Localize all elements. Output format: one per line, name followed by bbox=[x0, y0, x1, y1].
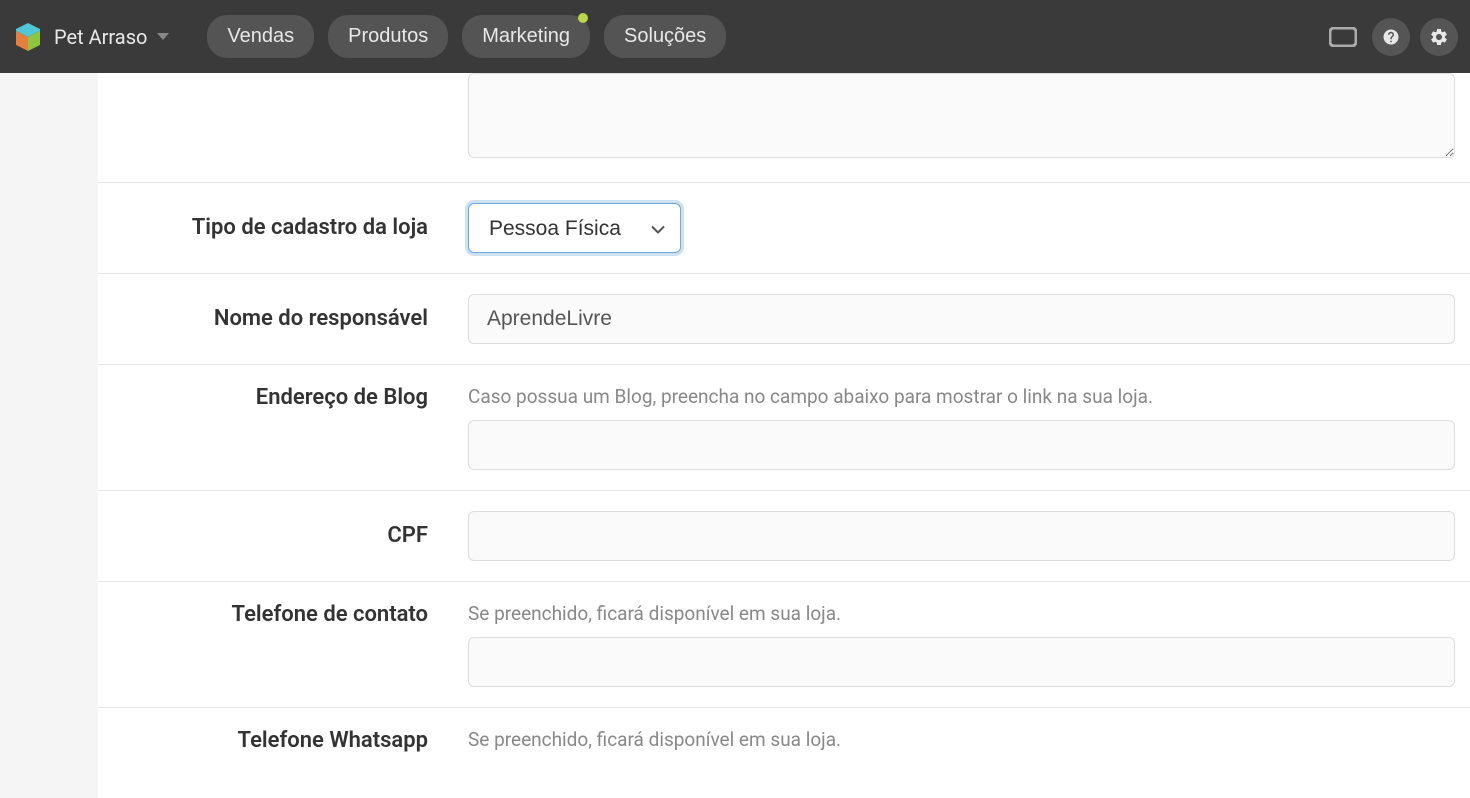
screen-icon bbox=[1329, 27, 1357, 47]
nav-produtos[interactable]: Produtos bbox=[328, 15, 448, 58]
nav-right-group bbox=[1324, 18, 1458, 56]
form-label-col-empty bbox=[98, 73, 468, 85]
form-input-col-textarea bbox=[468, 73, 1470, 162]
endereco-blog-input[interactable] bbox=[468, 420, 1455, 470]
help-endereco-blog: Caso possua um Blog, preencha no campo a… bbox=[468, 385, 1455, 408]
notification-dot-icon bbox=[578, 13, 588, 23]
help-telefone-contato: Se preenchido, ficará disponível em sua … bbox=[468, 602, 1455, 625]
label-telefone-whatsapp: Telefone Whatsapp bbox=[98, 728, 428, 753]
label-endereco-blog: Endereço de Blog bbox=[98, 385, 428, 410]
cpf-input[interactable] bbox=[468, 511, 1455, 561]
nav-solucoes[interactable]: Soluções bbox=[604, 15, 726, 58]
form-row-telefone-whatsapp: Telefone Whatsapp Se preenchido, ficará … bbox=[98, 708, 1470, 798]
form-row-nome-responsavel: Nome do responsável bbox=[98, 274, 1470, 365]
top-navbar: Pet Arraso Vendas Produtos Marketing Sol… bbox=[0, 0, 1470, 73]
nome-responsavel-input[interactable] bbox=[468, 294, 1455, 344]
nav-buttons-group: Vendas Produtos Marketing Soluções bbox=[207, 15, 726, 58]
store-name[interactable]: Pet Arraso bbox=[54, 25, 147, 49]
nav-vendas[interactable]: Vendas bbox=[207, 15, 314, 58]
nav-marketing-label: Marketing bbox=[482, 25, 570, 47]
logo-icon bbox=[12, 21, 44, 53]
telefone-contato-input[interactable] bbox=[468, 637, 1455, 687]
settings-button[interactable] bbox=[1420, 18, 1458, 56]
screen-toggle-button[interactable] bbox=[1324, 18, 1362, 56]
store-dropdown-caret[interactable] bbox=[157, 33, 169, 40]
nav-marketing[interactable]: Marketing bbox=[462, 15, 590, 58]
form-row-textarea bbox=[98, 73, 1470, 183]
form-row-cpf: CPF bbox=[98, 491, 1470, 582]
form-panel: Tipo de cadastro da loja Pessoa Física N… bbox=[98, 73, 1470, 798]
description-textarea[interactable] bbox=[468, 73, 1455, 158]
tipo-cadastro-select[interactable]: Pessoa Física bbox=[468, 203, 681, 253]
content-area: Tipo de cadastro da loja Pessoa Física N… bbox=[0, 73, 1470, 798]
label-nome-responsavel: Nome do responsável bbox=[98, 306, 428, 331]
form-row-endereco-blog: Endereço de Blog Caso possua um Blog, pr… bbox=[98, 365, 1470, 491]
form-row-telefone-contato: Telefone de contato Se preenchido, ficar… bbox=[98, 582, 1470, 708]
gear-icon bbox=[1429, 27, 1449, 47]
label-telefone-contato: Telefone de contato bbox=[98, 602, 428, 627]
label-cpf: CPF bbox=[98, 523, 428, 548]
help-telefone-whatsapp: Se preenchido, ficará disponível em sua … bbox=[468, 728, 1455, 751]
label-tipo-cadastro: Tipo de cadastro da loja bbox=[98, 215, 428, 240]
help-button[interactable] bbox=[1372, 18, 1410, 56]
help-icon bbox=[1382, 28, 1400, 46]
form-row-tipo-cadastro: Tipo de cadastro da loja Pessoa Física bbox=[98, 183, 1470, 274]
